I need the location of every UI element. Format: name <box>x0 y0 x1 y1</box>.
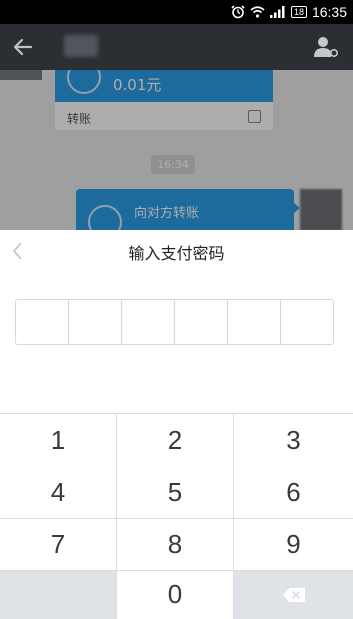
pin-cell <box>175 300 228 344</box>
delete-key[interactable] <box>234 570 353 619</box>
keypad-blank-key <box>0 570 116 619</box>
pin-cell <box>69 300 122 344</box>
dialog-title: 输入支付密码 <box>128 244 225 263</box>
wifi-icon <box>250 6 265 18</box>
pin-cell <box>281 300 333 344</box>
profile-icon[interactable] <box>313 35 339 59</box>
chat-area: 0.01元 转账 16:34 向对方转账 <box>0 70 353 230</box>
key-2[interactable]: 2 <box>117 414 233 466</box>
payment-password-dialog: 输入支付密码 <box>0 230 353 413</box>
pin-input[interactable] <box>15 299 334 345</box>
numeric-keypad: 1 2 3 4 5 6 7 8 9 0 <box>0 413 353 619</box>
key-7[interactable]: 7 <box>0 518 116 570</box>
key-5[interactable]: 5 <box>117 466 233 518</box>
backspace-icon <box>282 587 305 602</box>
battery-icon: 18 <box>290 6 307 18</box>
key-6[interactable]: 6 <box>234 466 353 518</box>
key-4[interactable]: 4 <box>0 466 116 518</box>
pin-cell <box>122 300 175 344</box>
key-0[interactable]: 0 <box>117 570 233 619</box>
key-8[interactable]: 8 <box>117 518 233 570</box>
dim-overlay <box>0 70 353 230</box>
pin-cell <box>16 300 69 344</box>
status-time: 16:35 <box>311 4 347 20</box>
chat-header <box>0 24 353 70</box>
alarm-icon <box>231 5 245 19</box>
status-bar: 18 16:35 <box>0 0 353 24</box>
back-arrow-icon[interactable] <box>11 36 35 58</box>
signal-icon <box>269 6 285 18</box>
key-1[interactable]: 1 <box>0 414 116 466</box>
status-icons: 18 16:35 <box>231 4 347 20</box>
key-9[interactable]: 9 <box>234 518 353 570</box>
key-3[interactable]: 3 <box>234 414 353 466</box>
contact-name-blurred <box>64 35 98 57</box>
pin-cell <box>228 300 281 344</box>
